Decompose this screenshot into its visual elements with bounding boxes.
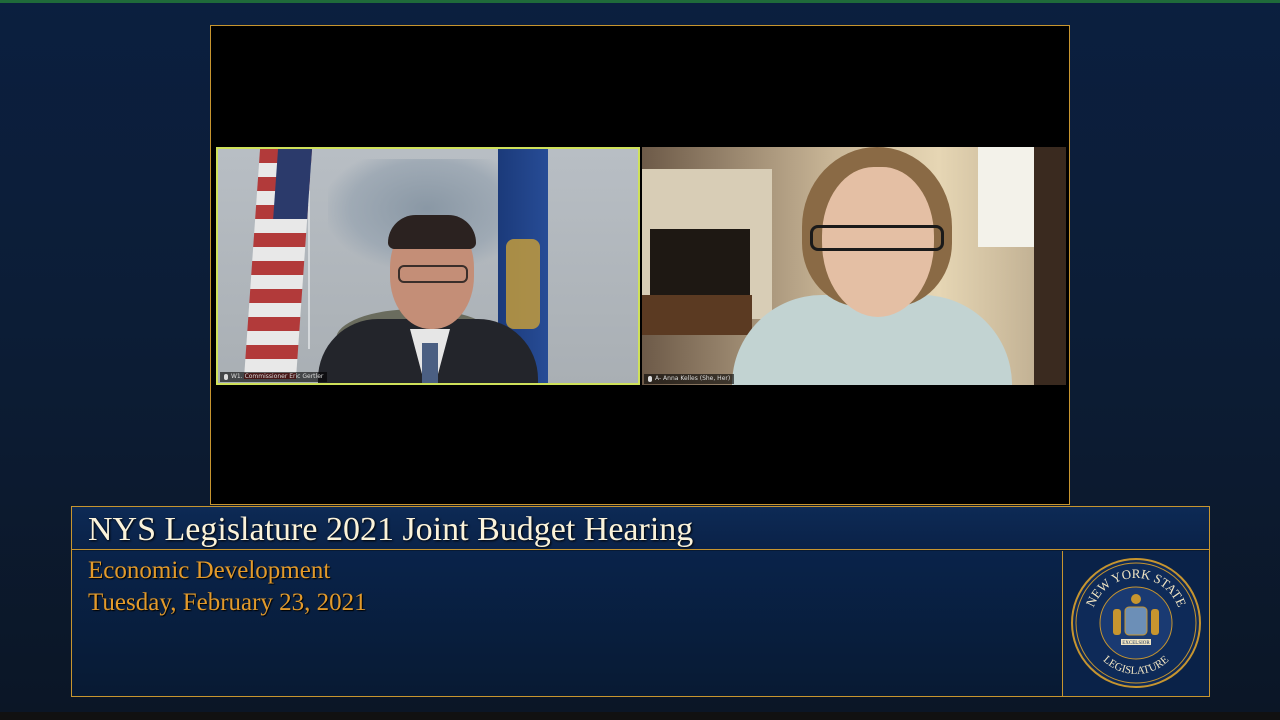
lower-third-banner: NYS Legislature 2021 Joint Budget Hearin… [71, 506, 1210, 697]
participant-tile-commissioner[interactable]: W1. Commissioner Eric Gertler [216, 147, 640, 385]
hearing-topic: Economic Development [88, 557, 331, 584]
microphone-icon [224, 374, 228, 380]
title-bar: NYS Legislature 2021 Joint Budget Hearin… [72, 507, 1209, 550]
video-stage: W1. Commissioner Eric Gertler A- Anna Ke… [210, 25, 1070, 505]
participant-name-label: A- Anna Kelles (She, Her) [644, 374, 735, 384]
seal-container: NEW YORK STATE LEGISLATURE EXCELSIOR [1062, 551, 1209, 696]
participant-tile-kelles[interactable]: A- Anna Kelles (She, Her) [642, 147, 1066, 385]
nys-legislature-seal-icon: NEW YORK STATE LEGISLATURE EXCELSIOR [1071, 558, 1201, 688]
participant-name: A- Anna Kelles (She, Her) [655, 375, 731, 382]
microphone-icon [648, 376, 652, 382]
us-flag-image [243, 149, 313, 379]
hearing-title: NYS Legislature 2021 Joint Budget Hearin… [88, 511, 694, 548]
participant-name-label: W1. Commissioner Eric Gertler [220, 372, 328, 382]
bottom-stripe [0, 712, 1280, 720]
hearing-info: Economic Development Tuesday, February 2… [72, 551, 1062, 696]
participant-video-kelles [642, 147, 1066, 385]
participant-video-commissioner [218, 149, 638, 383]
kelles-figure [732, 147, 1012, 385]
hearing-date: Tuesday, February 23, 2021 [88, 589, 367, 616]
participant-name: W1. Commissioner Eric Gertler [231, 373, 324, 380]
commissioner-figure [318, 215, 538, 383]
top-accent-stripe [0, 0, 1280, 3]
seal-motto: EXCELSIOR [1122, 641, 1150, 646]
